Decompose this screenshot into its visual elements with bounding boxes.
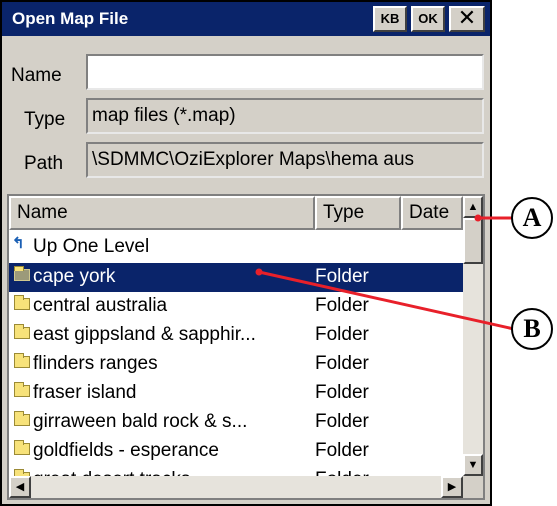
callout-b-badge: B [511,308,553,350]
callout-b-dot [255,268,263,276]
callout-a-dot [474,214,482,222]
annotation-overlay [255,214,515,331]
callout-a-badge: A [511,197,553,239]
callout-b-line [258,270,515,331]
